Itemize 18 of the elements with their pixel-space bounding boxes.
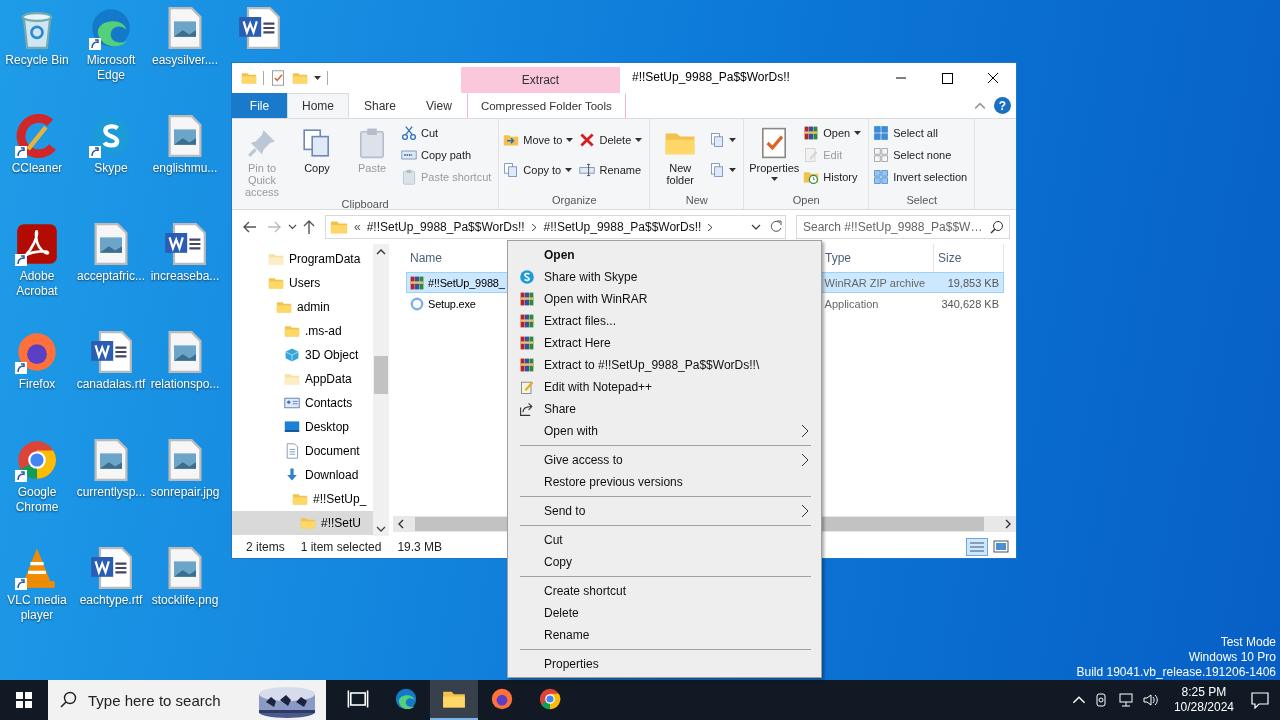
file-size: 340,628 KB xyxy=(940,297,1000,310)
ribbon-group-label: Open xyxy=(791,194,821,208)
item-count: 2 items xyxy=(246,540,285,554)
ribbon-group-label: Select xyxy=(905,194,938,208)
ribbon-group-label: Organize xyxy=(550,194,598,208)
file-name: Setup.exe xyxy=(428,297,476,310)
system-watermark-text: Test Mode xyxy=(1220,635,1276,650)
file-type: Application xyxy=(823,297,880,310)
file-name: #!!SetUp_9988_ xyxy=(428,276,505,289)
selection-count: 1 item selected xyxy=(300,540,382,554)
system-watermark-text: Build 19041.vb_release.191206-1406 xyxy=(1076,665,1276,680)
selection-size: 19.3 MB xyxy=(397,540,443,554)
file-type: WinRAR ZIP archive xyxy=(823,276,927,289)
file-size: 19,853 KB xyxy=(946,276,1000,289)
system-watermark-text: Windows 10 Pro xyxy=(1188,650,1276,665)
window-title: #!!SetUp_9988_Pa$$WorDs!! xyxy=(631,70,790,86)
context-tab-header: Extract xyxy=(461,67,620,93)
ribbon-group-label: New xyxy=(684,194,709,208)
